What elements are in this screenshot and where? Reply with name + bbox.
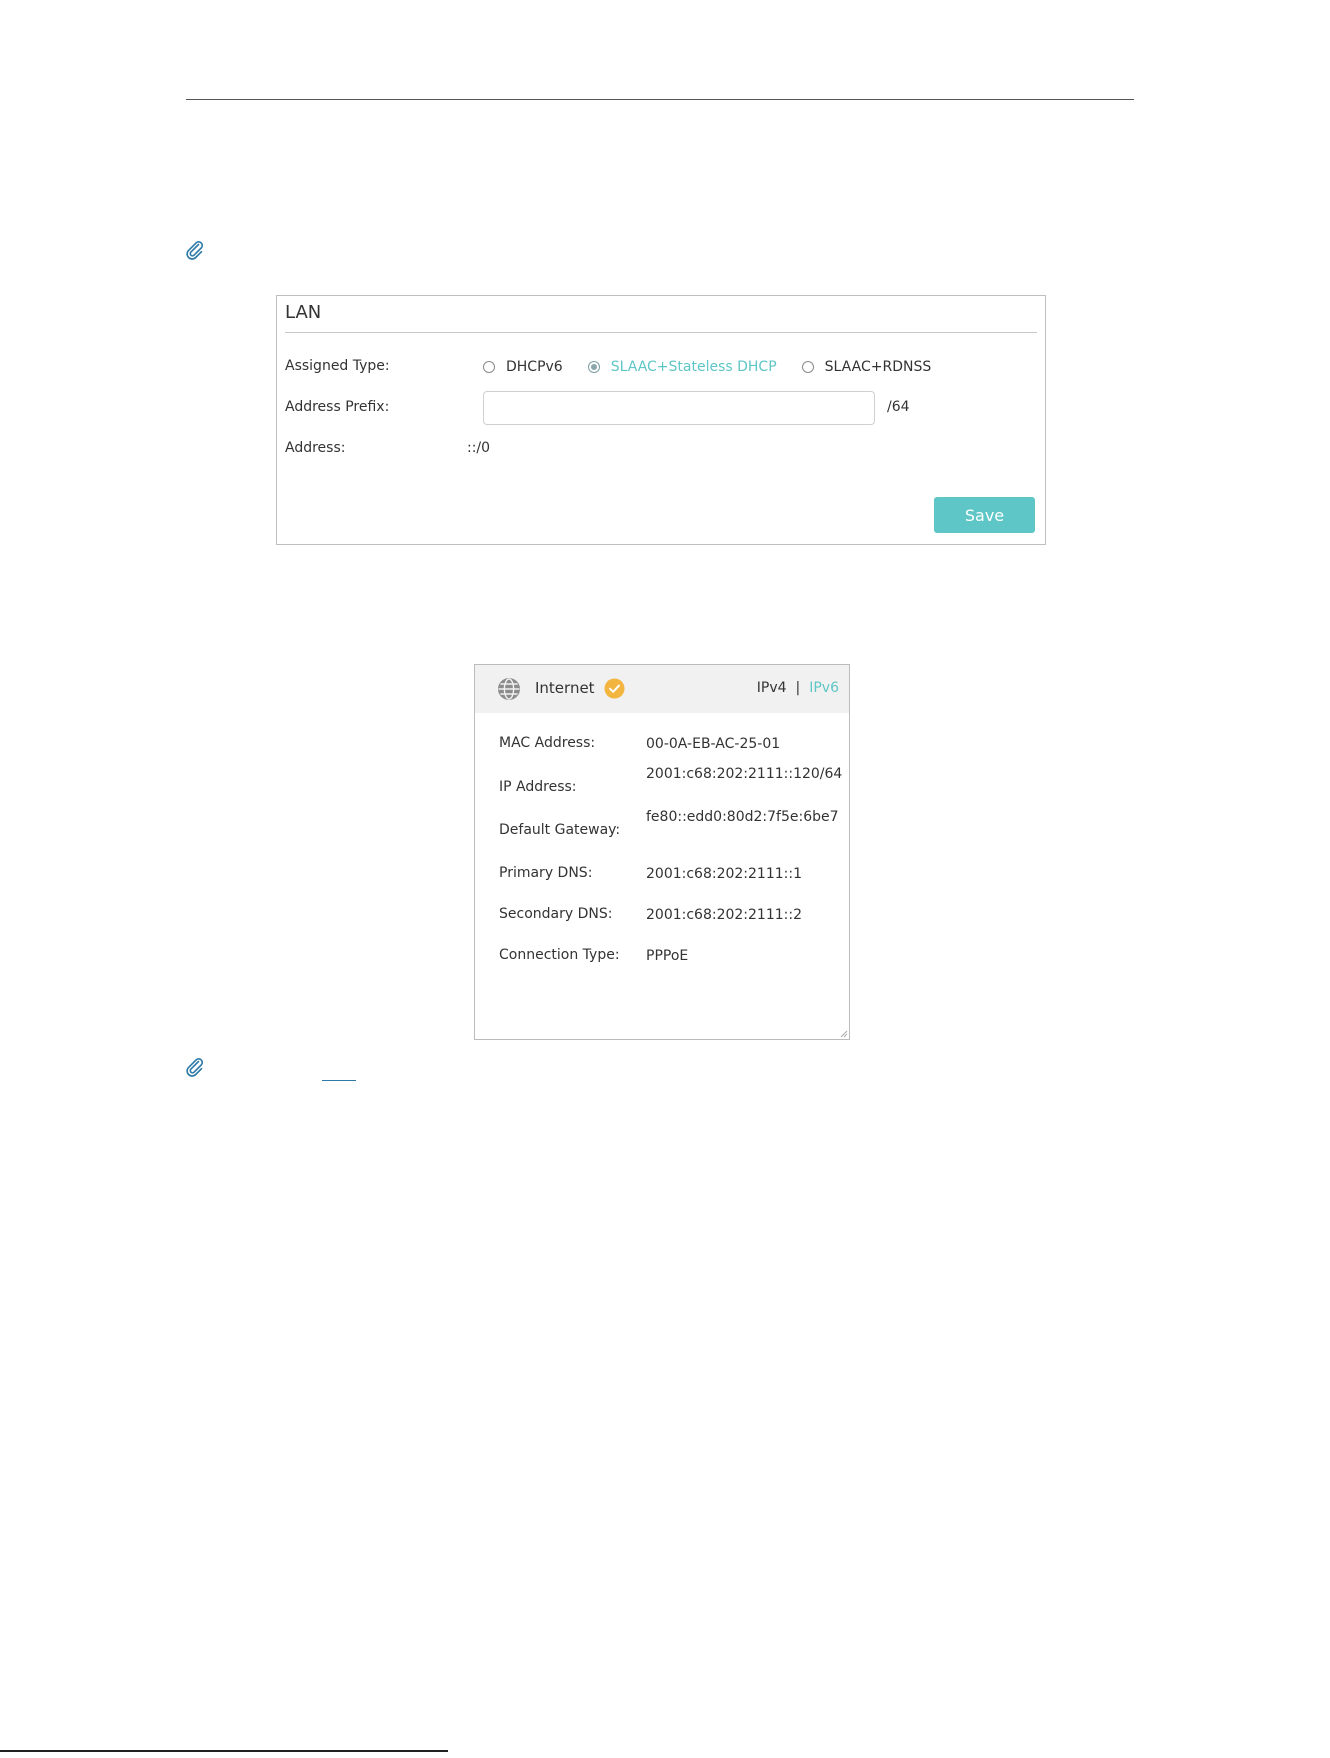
address-prefix-suffix: /64	[887, 399, 910, 415]
internet-title: Internet	[535, 679, 595, 697]
status-row-value: fe80::edd0:80d2:7f5e:6be7	[646, 809, 839, 825]
page-bottom-rule	[0, 1750, 448, 1752]
status-row-label: Primary DNS:	[499, 865, 593, 881]
status-row-value: 2001:c68:202:2111::120/64	[646, 766, 843, 782]
address-prefix-label: Address Prefix:	[285, 399, 390, 415]
status-row-label: Default Gateway:	[499, 822, 621, 838]
address-label: Address:	[285, 440, 346, 456]
internet-status-card: Internet IPv4 | IPv6 MAC Address: 00-0A-…	[474, 664, 850, 1040]
paperclip-icon	[184, 239, 206, 261]
resize-grip-icon[interactable]	[840, 1030, 848, 1038]
radio-button-slaac-stateless-dhcp[interactable]	[587, 361, 600, 373]
assigned-type-radio-group: DHCPv6 SLAAC+Stateless DHCP SLAAC+RDNSS	[483, 359, 956, 375]
status-row-label: IP Address:	[499, 779, 577, 795]
page-top-rule	[186, 99, 1134, 100]
radio-label-dhcpv6: DHCPv6	[506, 359, 563, 375]
status-row-label: Secondary DNS:	[499, 906, 613, 922]
ip-version-toggle: IPv4 | IPv6	[757, 680, 839, 696]
lan-title-divider	[285, 332, 1037, 333]
tab-ipv6[interactable]: IPv6	[809, 680, 839, 696]
radio-label-slaac-stateless-dhcp: SLAAC+Stateless DHCP	[610, 359, 777, 375]
note-link-underline[interactable]	[322, 1080, 356, 1081]
globe-icon	[497, 677, 521, 701]
address-value: ::/0	[467, 440, 491, 456]
status-row-value: 2001:c68:202:2111::2	[646, 907, 802, 923]
save-button[interactable]: Save	[934, 497, 1035, 533]
tab-separator: |	[795, 680, 801, 696]
lan-settings-panel: LAN Assigned Type: DHCPv6 SLAAC+Stateles…	[276, 295, 1046, 545]
address-prefix-input[interactable]	[483, 391, 875, 425]
internet-status-header: Internet IPv4 | IPv6	[475, 665, 849, 713]
status-row-value: PPPoE	[646, 948, 689, 964]
radio-label-slaac-rdnss: SLAAC+RDNSS	[824, 359, 932, 375]
radio-button-dhcpv6[interactable]	[483, 361, 495, 373]
assigned-type-label: Assigned Type:	[285, 358, 390, 374]
status-row-label: Connection Type:	[499, 947, 620, 963]
status-row-value: 00-0A-EB-AC-25-01	[646, 736, 781, 752]
radio-button-slaac-rdnss[interactable]	[801, 361, 814, 373]
radio-slaac-rdnss[interactable]: SLAAC+RDNSS	[801, 359, 932, 375]
tab-ipv4[interactable]: IPv4	[757, 680, 787, 696]
radio-dhcpv6[interactable]: DHCPv6	[483, 359, 563, 375]
check-circle-icon	[604, 678, 625, 699]
lan-panel-title: LAN	[285, 302, 322, 323]
status-row-value: 2001:c68:202:2111::1	[646, 866, 802, 882]
status-row-label: MAC Address:	[499, 735, 596, 751]
radio-slaac-stateless-dhcp[interactable]: SLAAC+Stateless DHCP	[587, 359, 777, 375]
paperclip-icon	[184, 1056, 206, 1078]
